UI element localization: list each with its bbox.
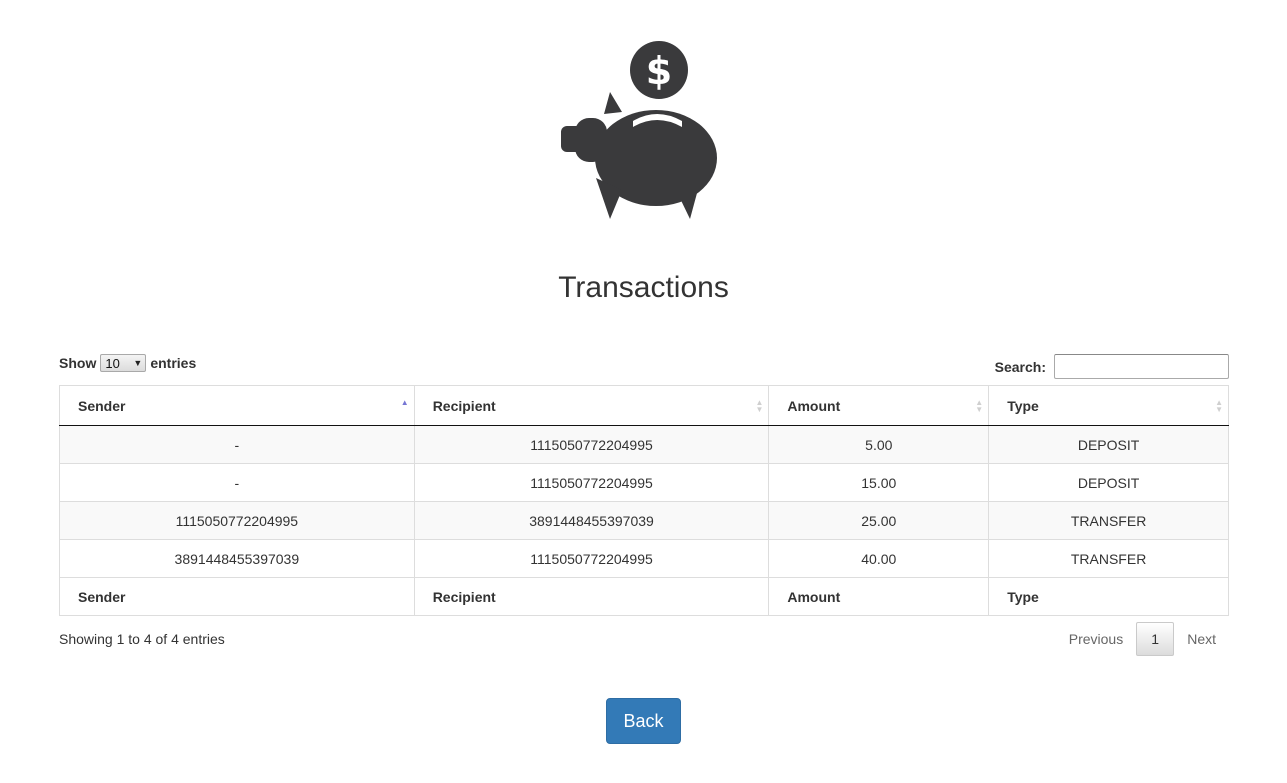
cell-type: TRANSFER (988, 501, 1229, 540)
cell-amount: 25.00 (768, 501, 990, 540)
header-sender[interactable]: Sender ▲▼ (59, 385, 415, 426)
transactions-table: Sender ▲▼ Recipient ▲▼ Amount ▲▼ Type ▲▼ (59, 385, 1229, 616)
piggy-bank-dollar-icon: $ (561, 41, 717, 219)
table-info: Showing 1 to 4 of 4 entries (59, 631, 225, 647)
table-header-row: Sender ▲▼ Recipient ▲▼ Amount ▲▼ Type ▲▼ (59, 385, 1229, 426)
cell-sender: - (59, 425, 415, 464)
current-page-button[interactable]: 1 (1136, 622, 1175, 656)
header-type[interactable]: Type ▲ ▼ (988, 385, 1229, 426)
cell-amount: 5.00 (768, 425, 990, 464)
cell-amount: 40.00 (768, 539, 990, 578)
entries-label: entries (150, 355, 197, 371)
search-input[interactable] (1054, 354, 1229, 379)
cell-type: TRANSFER (988, 539, 1229, 578)
cell-recipient: 3891448455397039 (413, 501, 770, 540)
cell-amount: 15.00 (768, 463, 990, 502)
cell-sender: 1115050772204995 (59, 501, 415, 540)
footer-recipient: Recipient (413, 577, 770, 616)
cell-type: DEPOSIT (988, 425, 1229, 464)
footer-amount: Amount (768, 577, 990, 616)
table-row: 3891448455397039 1115050772204995 40.00 … (59, 539, 1229, 578)
footer-sender: Sender (59, 577, 415, 616)
dropdown-arrow-icon: ▼ (133, 358, 143, 368)
table-row: - 1115050772204995 15.00 DEPOSIT (59, 463, 1229, 502)
previous-page-button[interactable]: Previous (1056, 622, 1136, 656)
next-page-button[interactable]: Next (1174, 622, 1229, 656)
cell-sender: - (59, 463, 415, 502)
header-recipient[interactable]: Recipient ▲ ▼ (413, 385, 770, 426)
sort-both-icon: ▲ ▼ (975, 397, 984, 414)
table-row: - 1115050772204995 5.00 DEPOSIT (59, 425, 1229, 464)
footer-type: Type (988, 577, 1229, 616)
entries-per-page-value: 10 (105, 355, 120, 371)
svg-text:$: $ (646, 49, 672, 93)
sort-ascending-icon: ▲▼ (400, 397, 409, 407)
table-footer-row: Sender Recipient Amount Type (59, 577, 1229, 616)
pagination: Previous 1 Next (1056, 622, 1229, 656)
page-title: Transactions (558, 271, 729, 304)
entries-length-control: Show 10 ▼ entries (59, 354, 196, 372)
search-label: Search: (994, 358, 1046, 375)
search-filter: Search: (995, 354, 1229, 379)
cell-recipient: 1115050772204995 (413, 463, 770, 502)
sort-both-icon: ▲ ▼ (1215, 397, 1223, 414)
table-row: 1115050772204995 3891448455397039 25.00 … (59, 501, 1229, 540)
show-label: Show (59, 355, 97, 371)
back-button[interactable]: Back (606, 698, 681, 744)
sort-both-icon: ▲ ▼ (755, 397, 764, 414)
cell-sender: 3891448455397039 (59, 539, 415, 578)
entries-per-page-select[interactable]: 10 ▼ (100, 354, 147, 372)
cell-recipient: 1115050772204995 (413, 539, 770, 578)
cell-type: DEPOSIT (988, 463, 1229, 502)
cell-recipient: 1115050772204995 (413, 425, 770, 464)
header-amount[interactable]: Amount ▲ ▼ (768, 385, 990, 426)
